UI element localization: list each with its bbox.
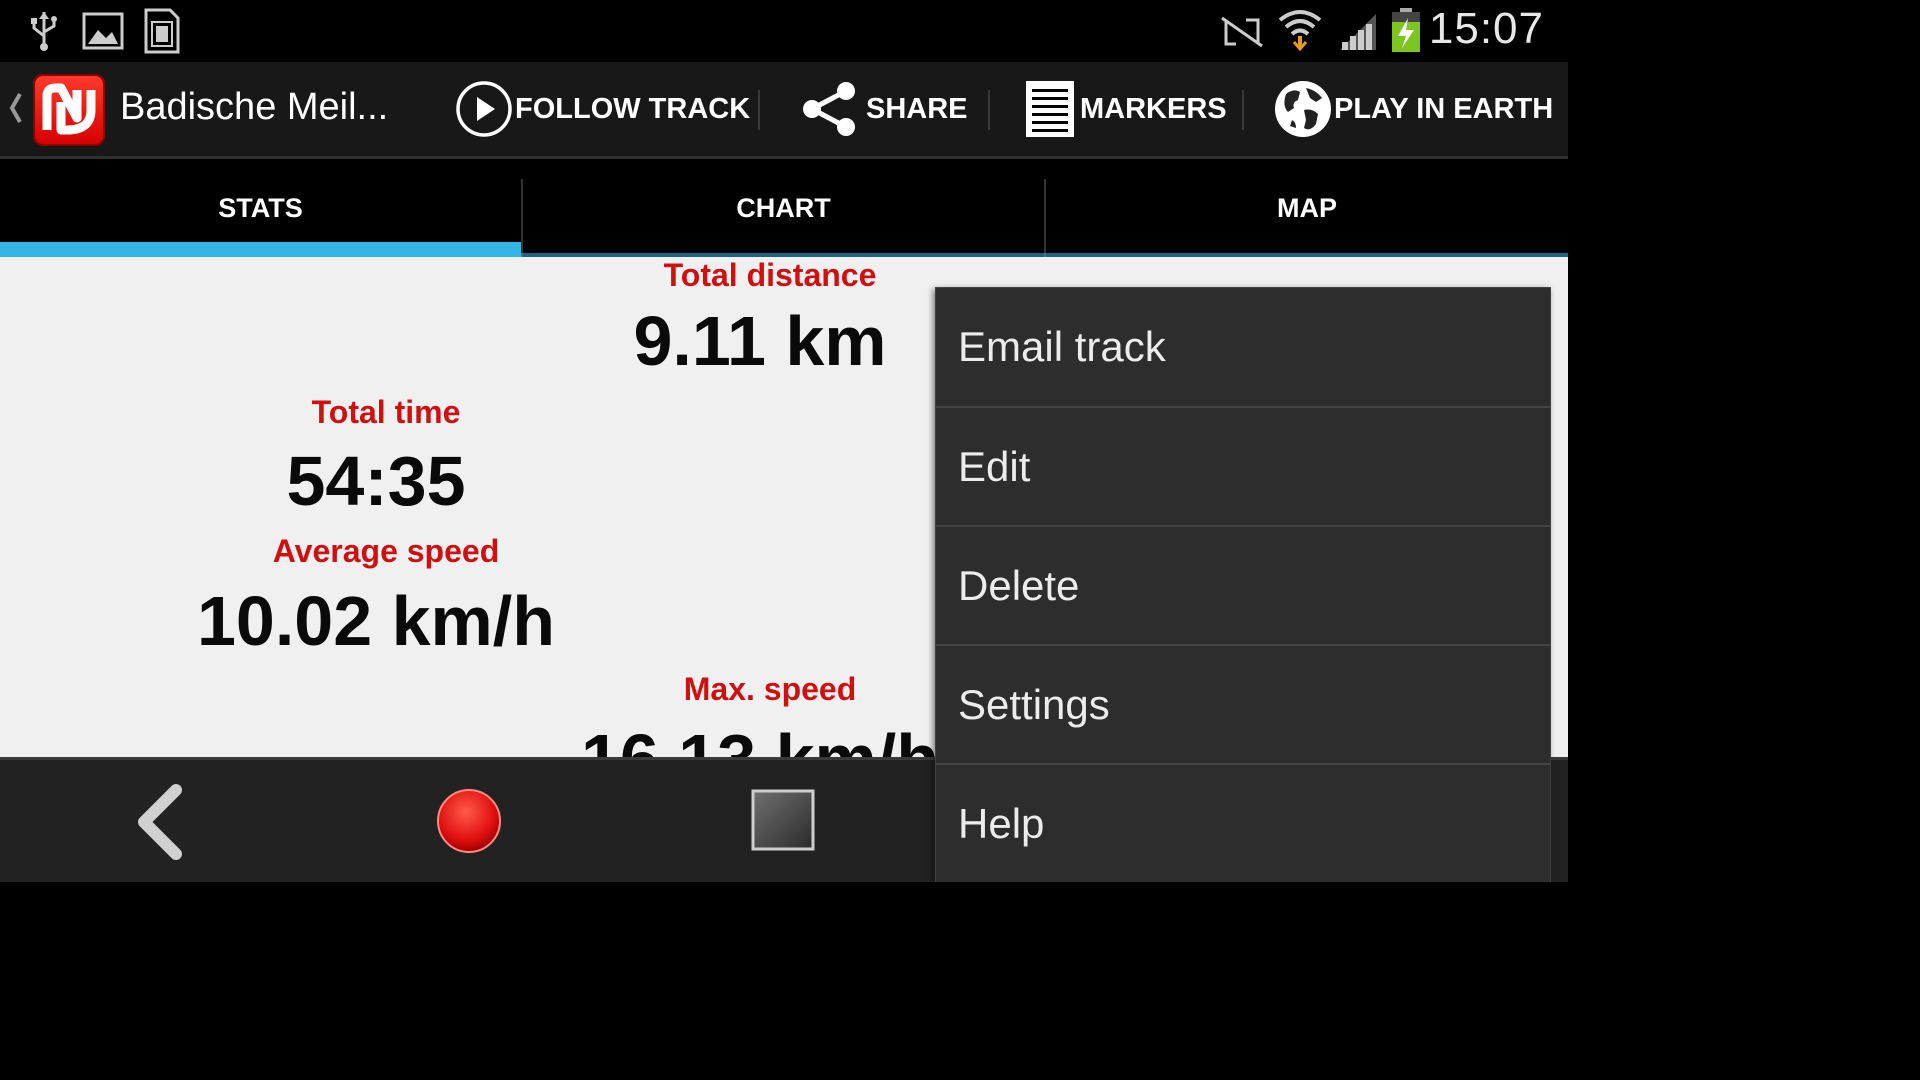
markers-button[interactable]: MARKERS bbox=[1024, 76, 1227, 142]
app-title[interactable]: Badische Meil... bbox=[120, 86, 388, 129]
status-bar: 15:07 bbox=[0, 0, 1568, 62]
menu-item-email-track[interactable]: Email track bbox=[936, 288, 1550, 406]
up-caret-icon[interactable] bbox=[8, 90, 24, 131]
screen: 15:07 Badische Meil... FOLLOW TRACK SHAR… bbox=[0, 0, 1568, 882]
menu-item-edit[interactable]: Edit bbox=[936, 408, 1550, 526]
play-circle-icon bbox=[455, 79, 515, 139]
play-in-earth-label: PLAY IN EARTH bbox=[1334, 92, 1554, 125]
back-arrow-icon[interactable] bbox=[130, 784, 190, 865]
share-label: SHARE bbox=[866, 92, 968, 125]
overflow-menu: Email track Edit Delete Settings Help bbox=[935, 287, 1551, 882]
share-button[interactable]: SHARE bbox=[800, 76, 968, 142]
play-in-earth-button[interactable]: PLAY IN EARTH bbox=[1272, 76, 1553, 142]
tab-selected-indicator bbox=[0, 242, 521, 257]
markers-label: MARKERS bbox=[1080, 92, 1227, 125]
nfc-muted-icon bbox=[1216, 12, 1268, 57]
total-distance-value: 9.11 km bbox=[633, 302, 887, 380]
average-speed-label: Average speed bbox=[272, 533, 500, 569]
action-divider bbox=[758, 90, 760, 130]
share-icon bbox=[800, 79, 858, 139]
battery-charging-icon bbox=[1390, 8, 1422, 59]
tab-map[interactable]: MAP bbox=[1046, 159, 1568, 257]
action-bar: Badische Meil... FOLLOW TRACK SHARE MARK… bbox=[0, 62, 1568, 159]
list-icon bbox=[1024, 79, 1076, 139]
menu-item-delete[interactable]: Delete bbox=[936, 527, 1550, 645]
total-time-value: 54:35 bbox=[286, 442, 466, 520]
globe-icon bbox=[1272, 78, 1334, 140]
signal-icon bbox=[1338, 12, 1380, 57]
action-divider bbox=[1242, 90, 1244, 130]
wifi-icon bbox=[1276, 6, 1324, 57]
menu-item-help[interactable]: Help bbox=[936, 765, 1550, 882]
menu-item-settings[interactable]: Settings bbox=[936, 646, 1550, 764]
sd-card-icon bbox=[142, 8, 182, 59]
stop-button-icon[interactable] bbox=[748, 786, 818, 861]
follow-track-label: FOLLOW TRACK bbox=[515, 92, 751, 125]
average-speed-value: 10.02 km/h bbox=[197, 582, 555, 660]
status-clock: 15:07 bbox=[1428, 4, 1544, 53]
usb-icon bbox=[28, 10, 60, 57]
total-distance-label: Total distance bbox=[663, 257, 877, 293]
app-logo-icon[interactable] bbox=[33, 74, 105, 146]
max-speed-label: Max. speed bbox=[683, 671, 857, 707]
action-divider bbox=[988, 90, 990, 130]
gallery-icon bbox=[82, 12, 124, 55]
follow-track-button[interactable]: FOLLOW TRACK bbox=[455, 76, 750, 142]
record-button-icon[interactable] bbox=[434, 786, 504, 861]
tab-chart[interactable]: CHART bbox=[523, 159, 1044, 257]
total-time-label: Total time bbox=[311, 394, 461, 430]
